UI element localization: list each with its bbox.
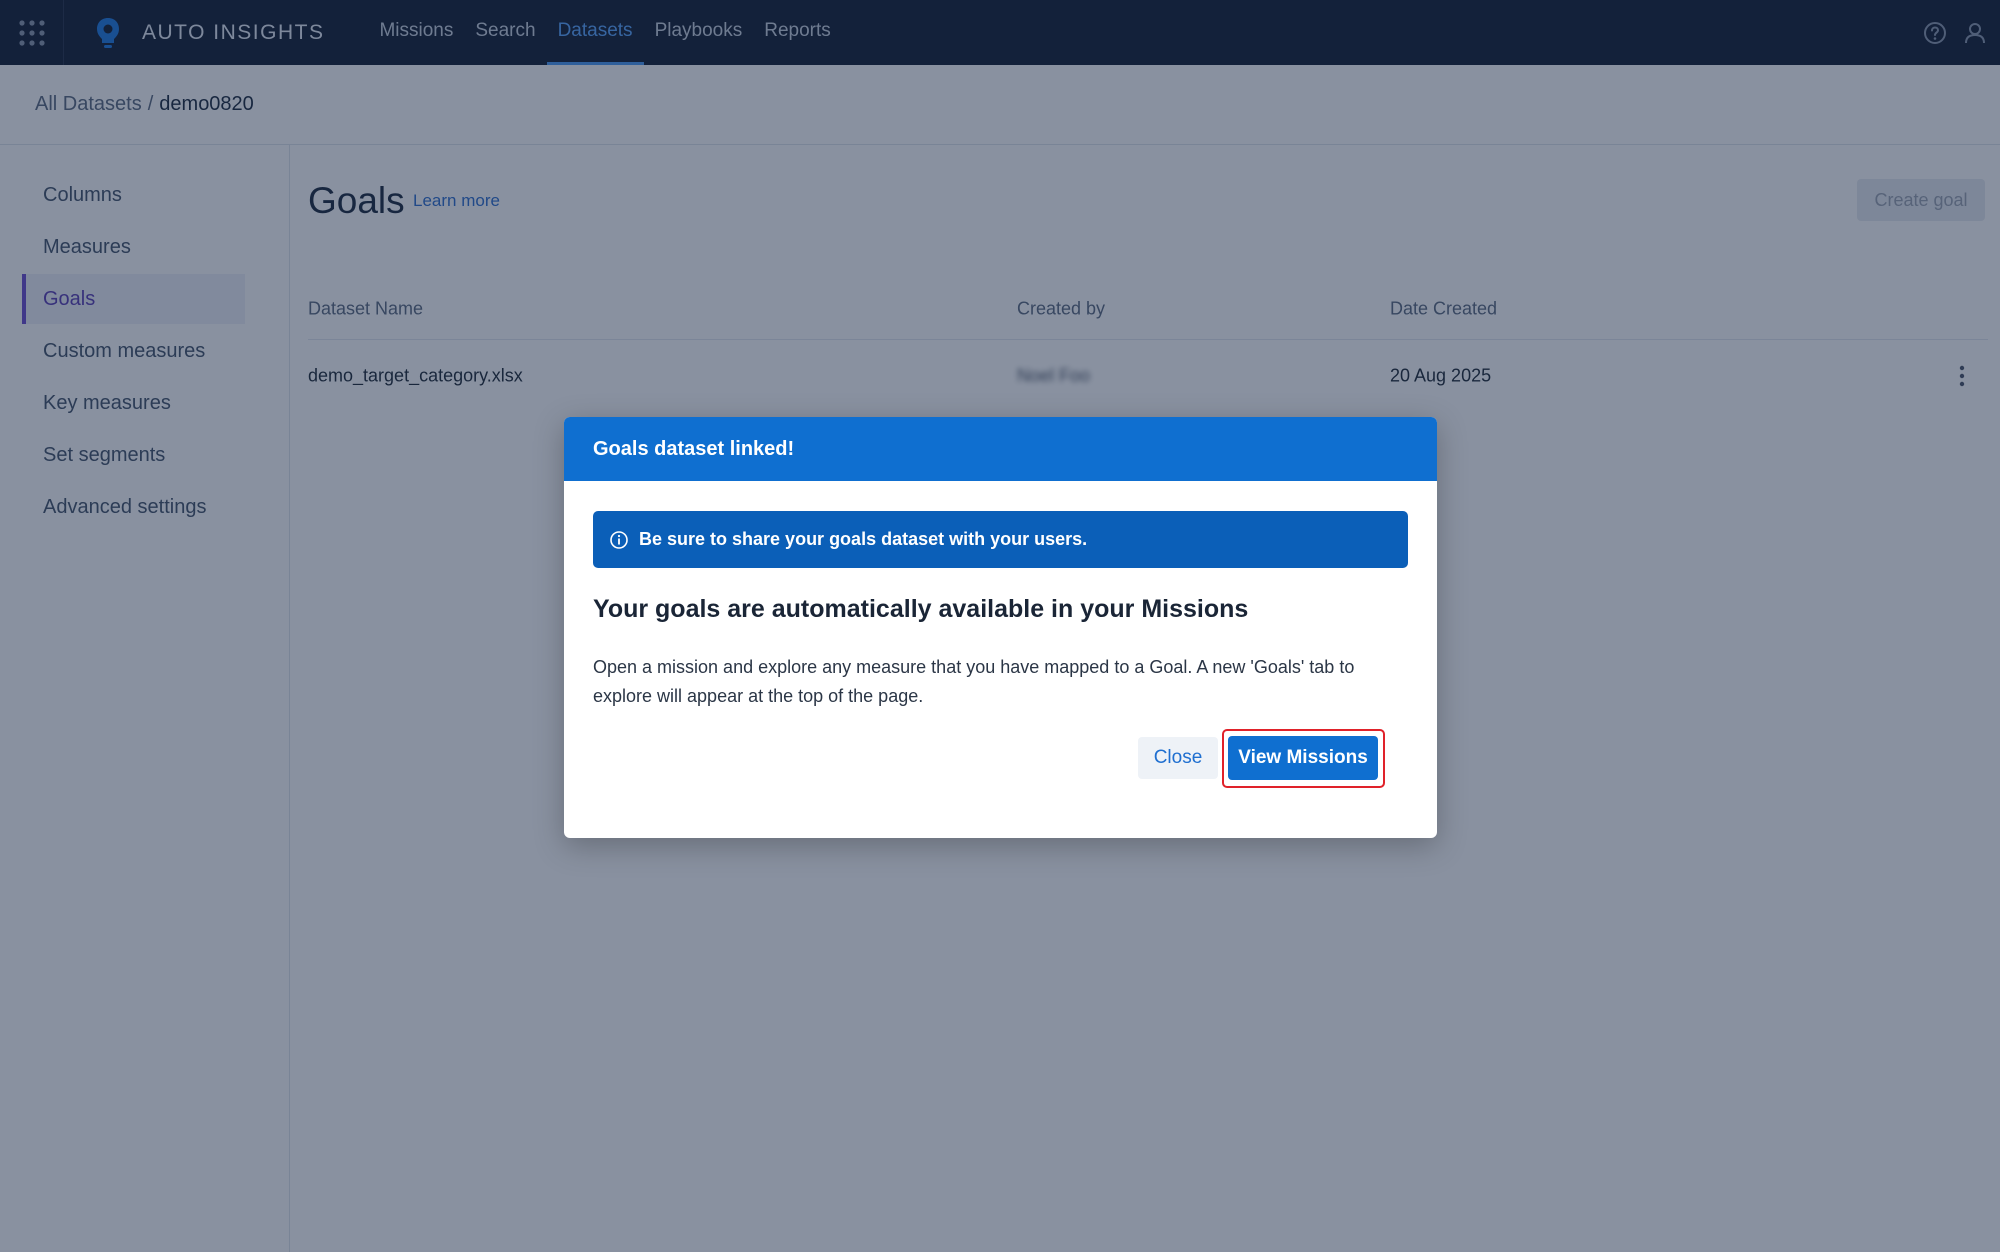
dialog-body-text: Open a mission and explore any measure t… bbox=[593, 657, 1355, 706]
dialog-title: Goals dataset linked! bbox=[564, 417, 1437, 481]
info-banner-text: Be sure to share your goals dataset with… bbox=[639, 529, 1088, 549]
info-banner: Be sure to share your goals dataset with… bbox=[593, 511, 1408, 568]
goals-linked-dialog: Goals dataset linked! Be sure to share y… bbox=[564, 417, 1437, 838]
view-missions-button[interactable]: View Missions bbox=[1228, 736, 1378, 780]
close-button[interactable]: Close bbox=[1138, 737, 1218, 779]
info-icon bbox=[610, 530, 628, 549]
dialog-heading: Your goals are automatically available i… bbox=[593, 595, 1249, 623]
